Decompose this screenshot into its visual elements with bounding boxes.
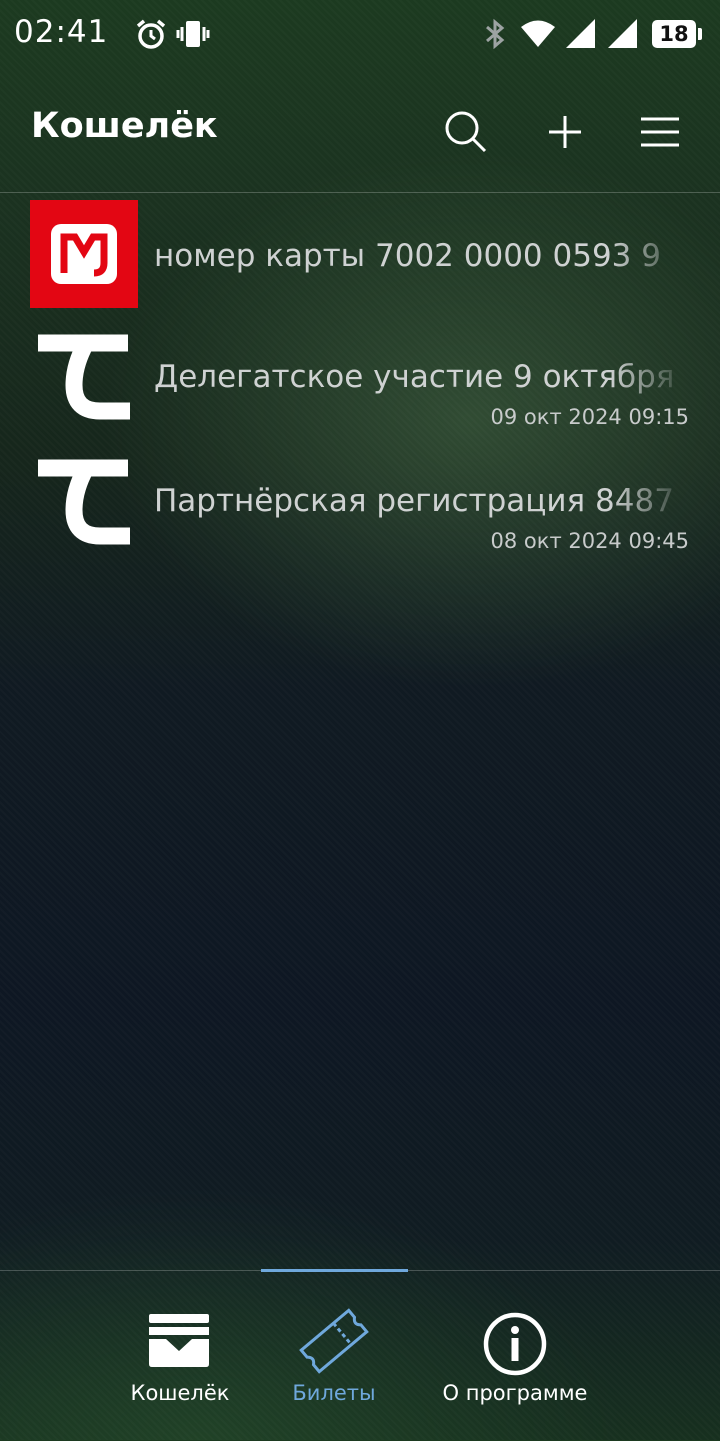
ticket-icon <box>299 1308 369 1374</box>
wallet-icon <box>149 1314 209 1367</box>
status-bar: 02:41 18 <box>0 0 720 70</box>
wifi-icon <box>521 20 555 47</box>
t-icon <box>38 334 130 420</box>
item-title: номер карты 7002 0000 0593 9 <box>154 238 661 274</box>
item-date: 08 окт 2024 09:45 <box>490 529 689 553</box>
info-icon <box>483 1312 547 1376</box>
list-item[interactable]: Делегатское участие 9 октября 09 окт 202… <box>0 325 720 445</box>
alarm-icon <box>136 19 166 49</box>
search-icon[interactable] <box>442 108 490 156</box>
item-date: 09 окт 2024 09:15 <box>490 405 689 429</box>
tab-label: Кошелёк <box>130 1381 230 1405</box>
red-m-icon <box>30 200 138 308</box>
add-icon[interactable] <box>541 108 589 156</box>
tab-wallet[interactable]: Кошелёк <box>110 1271 250 1441</box>
signal-icon-2 <box>608 19 637 48</box>
bottom-nav: Кошелёк Билеты О программе <box>0 1269 720 1441</box>
menu-icon[interactable] <box>636 108 684 156</box>
tab-label: О программе <box>442 1381 588 1405</box>
status-time: 02:41 <box>14 14 109 50</box>
item-title: Партнёрская регистрация 8487 <box>154 483 674 519</box>
app-bar: Кошелёк <box>0 72 720 193</box>
page-title: Кошелёк <box>31 106 218 146</box>
item-title: Делегатское участие 9 октября <box>154 359 675 395</box>
tab-about[interactable]: О программе <box>425 1271 605 1441</box>
bluetooth-icon <box>486 18 505 50</box>
tab-tickets[interactable]: Билеты <box>264 1271 404 1441</box>
battery-icon: 18 <box>652 20 702 48</box>
signal-icon <box>566 19 595 48</box>
list-item[interactable]: номер карты 7002 0000 0593 9 <box>0 200 720 320</box>
t-icon <box>38 459 130 545</box>
tab-label: Билеты <box>292 1381 376 1405</box>
list-item[interactable]: Партнёрская регистрация 8487 08 окт 2024… <box>0 450 720 570</box>
vibrate-icon <box>176 21 210 47</box>
